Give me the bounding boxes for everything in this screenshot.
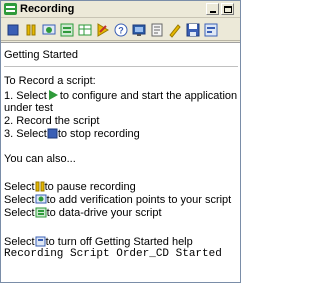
monitor-icon[interactable]	[131, 22, 147, 38]
stop-icon	[47, 128, 58, 139]
minimize-button[interactable]	[206, 3, 219, 15]
pause-icon	[35, 181, 45, 192]
log-output: Recording Script Order_CD Started	[4, 248, 222, 260]
step-1-continued: under test	[4, 102, 53, 114]
data-driven-icon	[35, 207, 47, 218]
help-icon[interactable]: ?	[113, 22, 129, 38]
verification-tip-prefix: Select	[4, 194, 35, 206]
pause-tip-suffix: to pause recording	[44, 181, 136, 193]
data-driven-tip: Select to data-drive your script	[4, 207, 162, 220]
recording-app-icon	[4, 3, 17, 15]
getting-started-panel: Getting Started To Record a script: 1. S…	[1, 42, 240, 282]
panel-heading: Getting Started	[4, 49, 78, 61]
step-1: 1. Select to configure and start the appl…	[4, 89, 237, 103]
getting-started-tip-suffix: to turn off Getting Started help	[45, 236, 193, 248]
maximize-icon	[224, 6, 232, 13]
pause-tip-prefix: Select	[4, 181, 35, 193]
verification-tip: Select to add verification points to your…	[4, 194, 231, 207]
script-support-icon[interactable]	[149, 22, 165, 38]
pause-tip: Select to pause recording	[4, 181, 136, 194]
data-driven-tip-prefix: Select	[4, 207, 35, 219]
save-icon[interactable]	[185, 22, 201, 38]
data-driven-tip-suffix: to data-drive your script	[46, 207, 162, 219]
window-title: Recording	[20, 3, 75, 15]
step-1-prefix: 1. Select	[4, 90, 47, 102]
step-3-suffix: to stop recording	[57, 128, 140, 140]
heading-divider	[4, 66, 238, 67]
step-3-prefix: 3. Select	[4, 128, 47, 140]
intro-text: To Record a script:	[4, 75, 96, 87]
datapool-icon[interactable]	[77, 22, 93, 38]
toolbar: ?	[1, 19, 240, 41]
verification-tip-suffix: to add verification points to your scrip…	[46, 194, 232, 206]
step-1-suffix: to configure and start the application	[59, 90, 238, 102]
verification-point-icon	[35, 194, 47, 204]
svg-text:?: ?	[118, 26, 124, 36]
minimize-icon	[210, 11, 216, 13]
maximize-button[interactable]	[221, 3, 234, 15]
also-text: You can also...	[4, 153, 76, 165]
start-application-icon[interactable]	[95, 22, 111, 38]
step-3: 3. Select to stop recording	[4, 128, 140, 141]
recording-window: Recording ? Getting Started To Record a …	[0, 0, 241, 283]
verification-point-icon[interactable]	[41, 22, 57, 38]
data-driven-icon[interactable]	[59, 22, 75, 38]
getting-started-icon[interactable]	[203, 22, 219, 38]
getting-started-tip-prefix: Select	[4, 236, 35, 248]
pause-icon[interactable]	[23, 22, 39, 38]
getting-started-icon	[35, 236, 46, 247]
title-bar[interactable]: Recording	[1, 1, 240, 18]
comment-icon[interactable]	[167, 22, 183, 38]
start-application-icon	[48, 90, 58, 100]
stop-icon[interactable]	[5, 22, 21, 38]
step-2: 2. Record the script	[4, 115, 100, 127]
